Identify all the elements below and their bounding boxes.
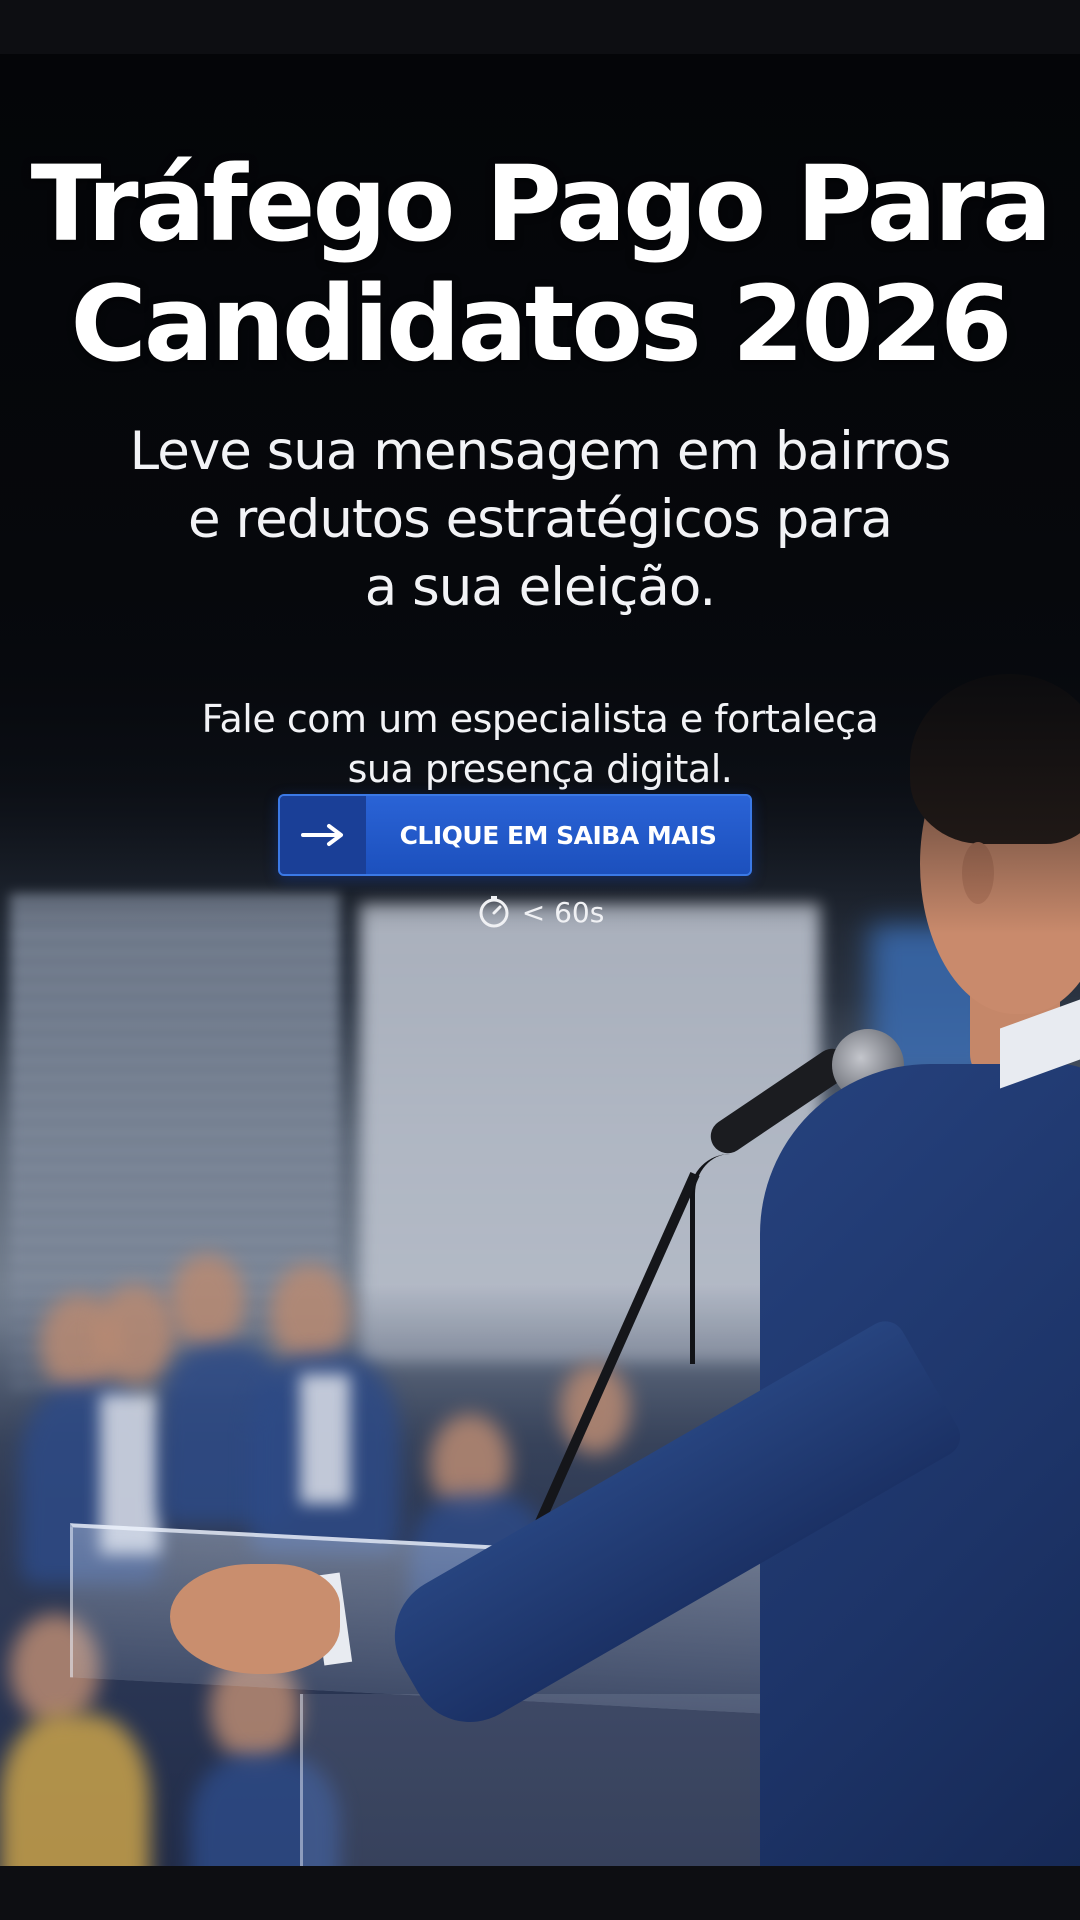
top-letterbox-bar — [0, 0, 1080, 54]
ad-subheadline: Leve sua mensagem em bairros e redutos e… — [40, 418, 1040, 622]
crowd-person-shirt — [300, 1374, 350, 1504]
timer-label: < 60s — [521, 895, 605, 929]
support-text-line: Fale com um especialista e fortaleça — [201, 697, 879, 741]
ad-headline: Tráfego Pago Para Candidatos 2026 — [0, 144, 1080, 384]
arrow-right-icon — [280, 796, 366, 874]
stopwatch-icon — [479, 896, 509, 928]
microphone-cable — [690, 1154, 755, 1364]
crowd-person-body — [0, 1714, 150, 1866]
crowd-person-head — [95, 1284, 175, 1384]
subheadline-line: Leve sua mensagem em bairros — [129, 421, 952, 482]
subheadline-line: a sua eleição. — [364, 557, 716, 618]
ad-support-text: Fale com um especialista e fortaleça sua… — [40, 694, 1040, 794]
saiba-mais-button-label: CLIQUE EM SAIBA MAIS — [366, 796, 750, 874]
headline-line: Candidatos 2026 — [70, 263, 1013, 385]
subheadline-line: e redutos estratégicos para — [187, 489, 893, 550]
bottom-letterbox-bar — [0, 1866, 1080, 1920]
crowd-person-head — [270, 1264, 350, 1364]
headline-line: Tráfego Pago Para — [30, 143, 1053, 265]
support-text-line: sua presença digital. — [347, 747, 733, 791]
ad-creative[interactable]: Tráfego Pago Para Candidatos 2026 Leve s… — [0, 54, 1080, 1866]
saiba-mais-button[interactable]: CLIQUE EM SAIBA MAIS — [278, 794, 752, 876]
timer-indicator: < 60s — [0, 894, 1080, 930]
crowd-person-head — [170, 1254, 245, 1349]
